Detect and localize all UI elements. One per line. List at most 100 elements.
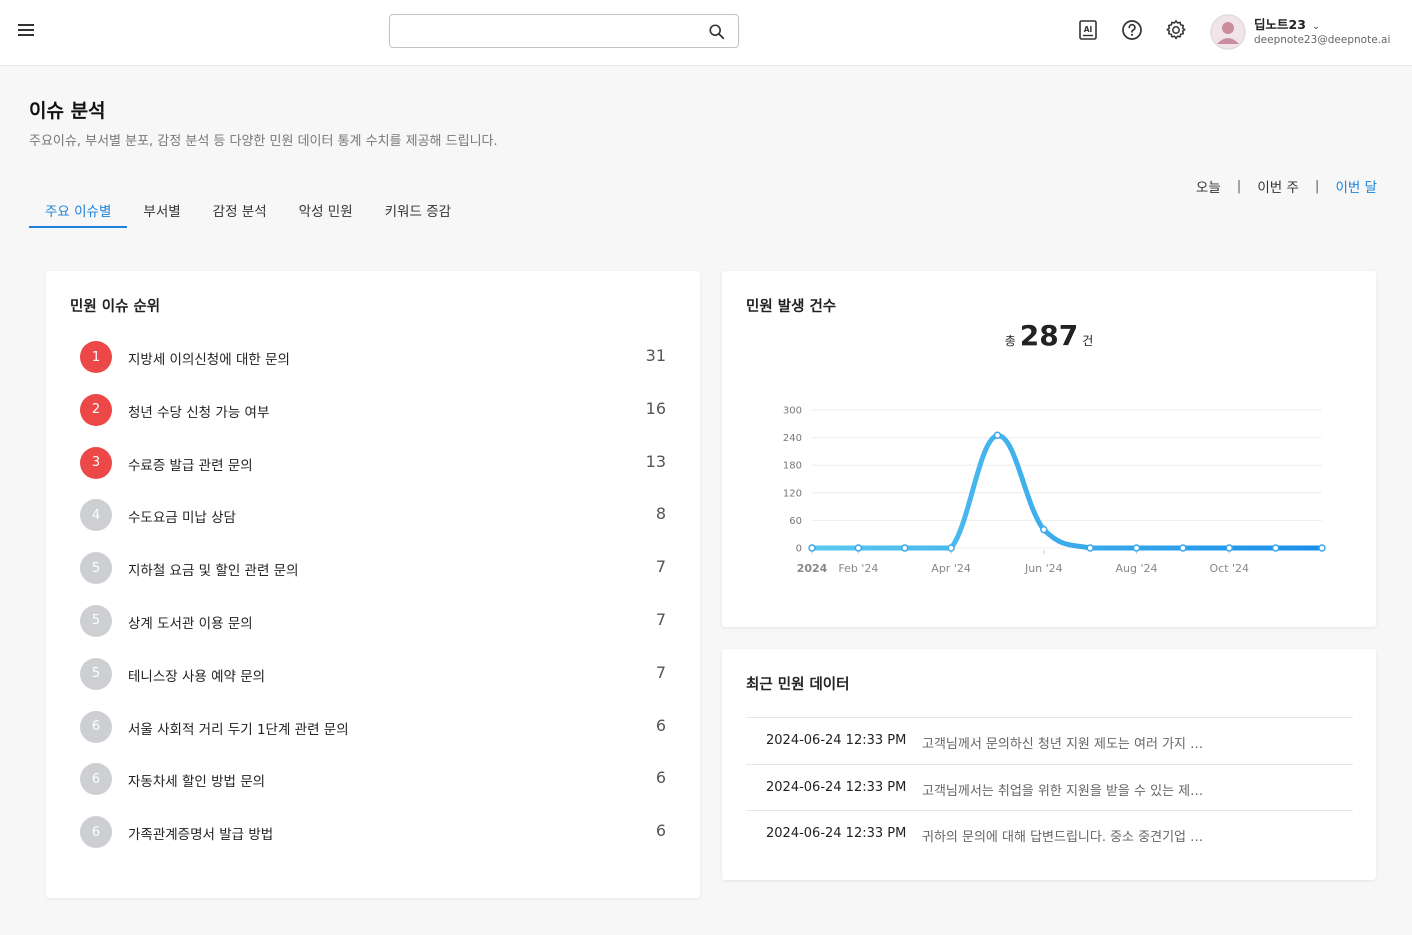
y-tick-label: 300	[783, 406, 802, 417]
list-item[interactable]: 5 지하철 요금 및 할인 관련 문의 7	[80, 552, 666, 605]
rank-count: 7	[655, 609, 666, 629]
x-tick-label: Oct '24	[1209, 562, 1249, 575]
ranking-list: 1 지방세 이의신청에 대한 문의 31 2 청년 수당 신청 가능 여부 16 3 수료…	[80, 341, 666, 869]
rank-badge: 6	[80, 816, 112, 849]
data-point	[993, 431, 1002, 440]
y-tick-label: 120	[783, 488, 802, 499]
x-tick-label: Aug '24	[1116, 562, 1158, 575]
rank-badge: 5	[80, 552, 112, 585]
menu-icon[interactable]	[16, 21, 36, 41]
table-row[interactable]: 2024-06-24 12:33 PM 귀하의 문의에 대해 답변드립니다. 중소…	[746, 810, 1353, 857]
period-this-week[interactable]: 이번 주	[1257, 176, 1299, 196]
help-icon[interactable]	[1120, 18, 1144, 42]
list-item[interactable]: 6 서울 사회적 거리 두기 1단계 관련 문의 6	[80, 710, 666, 764]
list-item[interactable]: 3 수료증 발급 관련 문의 13	[80, 446, 666, 500]
period-this-month[interactable]: 이번 달	[1335, 176, 1377, 196]
tab-bar: 주요 이슈별 부서별 감정 분석 악성 민원 키워드 증감	[29, 192, 467, 228]
data-point	[1086, 544, 1094, 552]
x-tick-label: Feb '24	[838, 562, 878, 575]
search-icon[interactable]	[708, 23, 726, 41]
rank-label: 지방세 이의신청에 대한 문의	[128, 352, 290, 368]
avatar	[1210, 14, 1246, 50]
rank-count: 6	[655, 821, 666, 841]
tab-malicious[interactable]: 악성 민원	[283, 192, 369, 228]
x-tick-label: Apr '24	[931, 562, 971, 575]
rank-badge: 4	[80, 499, 112, 532]
list-item[interactable]: 4 수도요금 미납 상담 8	[80, 499, 666, 552]
data-point	[1040, 525, 1048, 534]
ranking-title: 민원 이슈 순위	[70, 299, 161, 315]
list-item[interactable]: 2 청년 수당 신청 가능 여부 16	[80, 393, 666, 447]
data-point	[947, 544, 955, 552]
row-message: 귀하의 문의에 대해 답변드립니다. 중소 중견기업 청년 지원	[922, 830, 1212, 845]
list-item[interactable]: 5 상계 도서관 이용 문의 7	[80, 604, 666, 658]
row-datetime: 2024-06-24 12:33 PM	[766, 779, 907, 795]
rank-label: 자동차세 할인 방법 문의	[128, 774, 266, 791]
data-point	[1318, 544, 1326, 552]
user-email: deepnote23@deepnote.ai	[1254, 34, 1391, 46]
search-input[interactable]	[398, 19, 698, 43]
list-item[interactable]: 5 테니스장 사용 예약 문의 7	[80, 657, 666, 711]
top-bar: AI 딥노트23 ⌄ deepnote23@deepnote.ai	[0, 0, 1412, 66]
x-tick-label: 2024	[797, 562, 828, 575]
rank-count: 7	[655, 662, 666, 682]
row-datetime: 2024-06-24 12:33 PM	[766, 826, 907, 841]
issue-ranking-card: 민원 이슈 순위 1 지방세 이의신청에 대한 문의 31 2 청년 수당 신청 가능…	[46, 271, 700, 898]
data-point	[1179, 544, 1187, 552]
tab-main-issues[interactable]: 주요 이슈별	[29, 192, 128, 228]
list-item[interactable]: 6 자동차세 할인 방법 문의 6	[80, 763, 666, 816]
y-tick-label: 60	[789, 516, 802, 527]
table-row[interactable]: 2024-06-24 12:33 PM 고객님께서 문의하신 청년 지원 제도는 …	[746, 717, 1353, 764]
row-datetime: 2024-06-24 12:33 PM	[766, 733, 907, 748]
period-separator: |	[1236, 178, 1242, 194]
user-menu[interactable]: 딥노트23 ⌄ deepnote23@deepnote.ai	[1210, 12, 1400, 54]
rank-label: 서울 사회적 거리 두기 1단계 관련 문의	[128, 721, 349, 738]
rank-label: 지하철 요금 및 할인 관련 문의	[128, 563, 299, 580]
rank-count: 31	[645, 346, 666, 365]
data-point	[854, 544, 863, 552]
rank-badge: 2	[80, 393, 112, 426]
chevron-down-icon[interactable]: ⌄	[1312, 21, 1320, 32]
ai-icon[interactable]: AI	[1076, 18, 1100, 42]
data-point	[1132, 544, 1141, 552]
rank-badge: 1	[80, 341, 112, 373]
y-tick-label: 240	[783, 433, 802, 444]
y-tick-label: 180	[783, 461, 802, 472]
list-item[interactable]: 1 지방세 이의신청에 대한 문의 31	[80, 341, 666, 394]
rank-badge: 6	[80, 763, 112, 796]
data-point	[900, 544, 909, 552]
gear-icon[interactable]	[1164, 18, 1188, 42]
rank-label: 상계 도서관 이용 문의	[128, 615, 253, 632]
recent-title: 최근 민원 데이터	[746, 677, 850, 693]
rank-count: 8	[655, 504, 666, 524]
rank-count: 7	[655, 557, 666, 577]
svg-text:AI: AI	[1084, 25, 1093, 34]
rank-label: 가족관계증명서 발급 방법	[128, 827, 274, 844]
series-line	[809, 432, 1325, 551]
tab-keyword-trend[interactable]: 키워드 증감	[369, 192, 467, 228]
page-title: 이슈 분석	[29, 100, 106, 122]
recent-data-card: 최근 민원 데이터 2024-06-24 12:33 PM 고객님께서 문의하신 …	[722, 649, 1376, 880]
rank-label: 수료증 발급 관련 문의	[128, 457, 253, 474]
rank-count: 6	[655, 768, 666, 788]
recent-table: 2024-06-24 12:33 PM 고객님께서 문의하신 청년 지원 제도는 …	[746, 717, 1353, 857]
occurrence-card: 민원 발생 건수 총 287 건 0 60 120 180 240 300 2024 Feb '2…	[722, 271, 1376, 627]
list-item[interactable]: 6 가족관계증명서 발급 방법 6	[80, 816, 666, 869]
data-point	[808, 544, 816, 552]
rank-label: 테니스장 사용 예약 문의	[128, 668, 266, 685]
page-subtitle: 주요이슈, 부서별 분포, 감정 분석 등 다양한 민원 데이터 통계 수치를 …	[29, 134, 498, 149]
period-today[interactable]: 오늘	[1196, 176, 1221, 196]
tab-department[interactable]: 부서별	[127, 192, 196, 228]
rank-badge: 5	[80, 657, 112, 690]
user-avatar-icon	[1210, 14, 1246, 50]
table-row[interactable]: 2024-06-24 12:33 PM 고객님께서는 취업을 위한 지원을 받을 …	[746, 763, 1353, 811]
rank-count: 13	[645, 451, 666, 471]
tab-sentiment[interactable]: 감정 분석	[197, 192, 283, 228]
x-tick-label: Jun '24	[1024, 562, 1063, 575]
rank-count: 16	[645, 398, 666, 418]
rank-badge: 5	[80, 604, 112, 637]
period-selector: 오늘 | 이번 주 | 이번 달	[1196, 176, 1377, 196]
row-message: 고객님께서 문의하신 청년 지원 제도는 여러 가지 형태로 제공됩니다	[922, 737, 1212, 752]
rank-badge: 6	[80, 710, 112, 743]
row-message: 고객님께서는 취업을 위한 지원을 받을 수 있는 제도가 있습니다	[922, 783, 1212, 799]
